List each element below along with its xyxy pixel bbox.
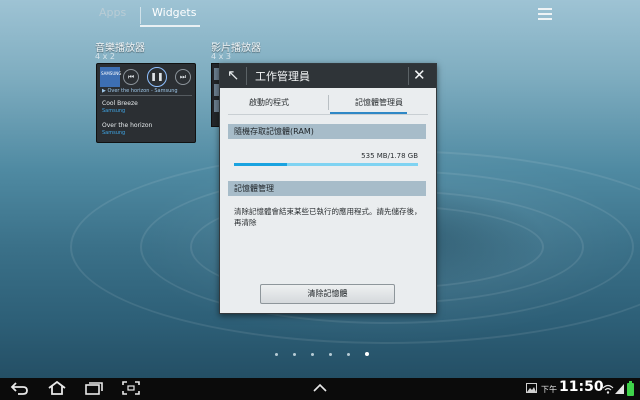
signal-icon [615, 384, 624, 394]
page-indicator [0, 351, 640, 359]
page-dot[interactable] [293, 353, 296, 356]
memory-description: 清除記憶體會結束某些已執行的應用程式。請先儲存後，再清除 [234, 207, 422, 227]
ram-section-header: 隨機存取記憶體(RAM) [228, 124, 426, 139]
home-icon[interactable] [47, 381, 67, 395]
gallery-notification-icon[interactable] [526, 383, 537, 393]
next-icon[interactable]: ⏭ [175, 69, 191, 85]
battery-icon [627, 381, 634, 396]
tab-widgets[interactable]: Widgets [152, 6, 196, 19]
page-dot[interactable] [275, 353, 278, 356]
clock-time[interactable]: 11:50 [559, 379, 604, 395]
track-title[interactable]: Cool Breeze [102, 100, 138, 107]
tab-ram-manager[interactable]: 記憶體管理員 [355, 97, 403, 108]
system-bar: 下午 11:50 [0, 378, 640, 400]
ram-progress-bar [234, 163, 418, 166]
music-widget-size: 4 x 2 [95, 52, 115, 61]
pause-icon[interactable]: ❚❚ [147, 67, 167, 87]
track-title[interactable]: Over the horizon [102, 122, 152, 129]
tab-active-apps[interactable]: 啟動的程式 [249, 97, 289, 108]
album-art: SAMSUNG [100, 67, 121, 87]
active-tab-indicator [140, 25, 200, 27]
page-dot[interactable] [347, 353, 350, 356]
video-widget-size: 4 x 3 [211, 52, 231, 61]
music-player-widget[interactable]: SAMSUNG ⏮ ❚❚ ⏭ ▶ Over the horizon - Sams… [96, 63, 196, 143]
tab-apps[interactable]: Apps [99, 6, 126, 19]
track-artist: Samsung [102, 130, 126, 136]
divider [100, 95, 192, 96]
screenshot-icon[interactable] [122, 381, 140, 395]
ram-progress-fill [234, 163, 288, 166]
menu-icon[interactable] [538, 8, 552, 20]
wifi-icon [602, 384, 614, 394]
chevron-up-icon[interactable] [312, 383, 328, 393]
ram-usage-text: 535 MB/1.78 GB [361, 152, 418, 160]
previous-icon[interactable]: ⏮ [123, 69, 139, 85]
dialog-header: ↖ 工作管理員 ✕ [220, 64, 436, 88]
dialog-title: 工作管理員 [255, 70, 310, 83]
clear-memory-button[interactable]: 清除記憶體 [260, 284, 395, 304]
memory-section-header: 記憶體管理 [228, 181, 426, 196]
page-dot[interactable] [329, 353, 332, 356]
back-arrow-icon[interactable]: ↖ [227, 66, 240, 84]
back-icon[interactable] [10, 381, 30, 395]
close-icon[interactable]: ✕ [413, 65, 426, 85]
track-artist: Samsung [102, 108, 126, 114]
now-playing: ▶ Over the horizon - Samsung [102, 88, 178, 94]
recent-apps-icon[interactable] [84, 381, 104, 395]
tab-divider [140, 7, 141, 24]
header-divider [246, 67, 247, 85]
header-divider [408, 67, 409, 85]
tab-divider [328, 95, 329, 110]
page-dot[interactable] [365, 352, 369, 356]
page-dot[interactable] [311, 353, 314, 356]
task-manager-dialog: ↖ 工作管理員 ✕ 啟動的程式 記憶體管理員 隨機存取記憶體(RAM) 535 … [219, 63, 437, 314]
clock-ampm: 下午 [541, 385, 557, 394]
tab-baseline [228, 114, 428, 115]
